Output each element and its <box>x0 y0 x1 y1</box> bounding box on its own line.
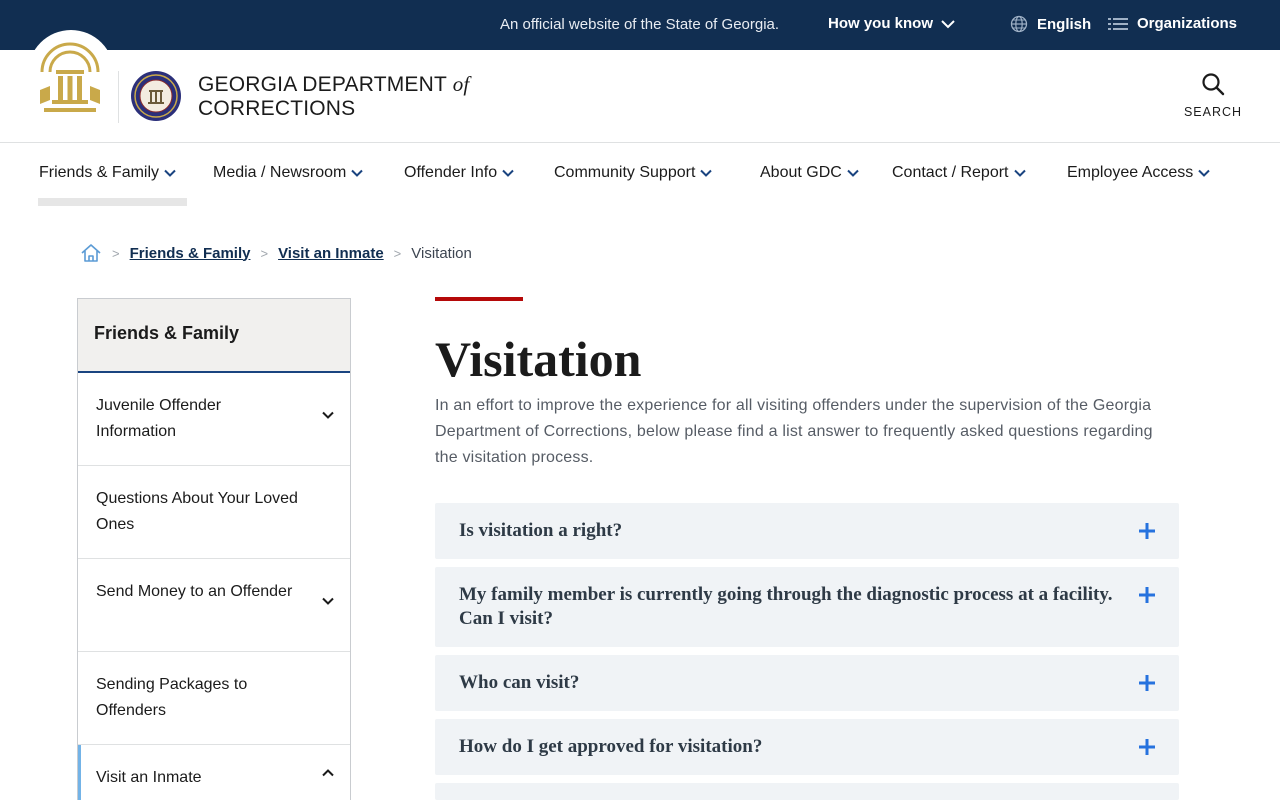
organizations-link[interactable]: Organizations <box>1108 15 1237 32</box>
breadcrumb-separator: > <box>260 245 269 261</box>
home-icon[interactable] <box>80 243 102 263</box>
faq-accordion-item[interactable]: Who can visit? <box>435 655 1179 711</box>
sidebar-item-visit-an-inmate[interactable]: Visit an Inmate <box>78 745 350 800</box>
faq-accordion-item[interactable]: Is visitation a right? <box>435 503 1179 559</box>
main-navigation: Friends & Family Media / Newsroom Offend… <box>0 143 1280 207</box>
brand-line-1: GEORGIA DEPARTMENT <box>198 73 447 96</box>
breadcrumb-separator: > <box>112 245 120 261</box>
title-accent-bar <box>435 297 523 301</box>
chevron-down-icon <box>847 169 859 177</box>
nav-label: About GDC <box>760 164 842 181</box>
nav-community-support[interactable]: Community Support <box>554 164 713 182</box>
organizations-label: Organizations <box>1137 15 1238 32</box>
sidebar-item-label: Sending Packages to Offenders <box>96 676 248 719</box>
search-icon <box>1202 73 1225 96</box>
faq-question: Who can visit? <box>459 672 580 693</box>
nav-friends-family[interactable]: Friends & Family <box>39 164 176 182</box>
official-banner: An official website of the State of Geor… <box>0 0 1280 50</box>
chevron-down-icon <box>502 169 514 177</box>
plus-icon[interactable] <box>1137 521 1157 541</box>
nav-label: Media / Newsroom <box>213 164 347 181</box>
site-header <box>0 50 1280 143</box>
brand-line-2: CORRECTIONS <box>198 97 356 120</box>
sidebar-item-juvenile-offender[interactable]: Juvenile Offender Information <box>78 373 350 466</box>
chevron-down-icon <box>1198 169 1210 177</box>
georgia-state-seal-logo[interactable] <box>36 42 104 116</box>
sidebar-heading[interactable]: Friends & Family <box>78 299 350 373</box>
breadcrumb-current: Visitation <box>411 244 472 262</box>
intro-paragraph: In an effort to improve the experience f… <box>435 397 1153 466</box>
sidebar-item-label: Juvenile Offender Information <box>96 397 222 440</box>
gdc-seal-logo[interactable] <box>130 70 182 122</box>
plus-icon[interactable] <box>1137 585 1157 605</box>
nav-contact-report[interactable]: Contact / Report <box>892 164 1026 182</box>
globe-icon <box>1010 15 1028 33</box>
faq-accordion-item[interactable]: How do I get approved for visitation? <box>435 719 1179 775</box>
breadcrumb-visit-an-inmate[interactable]: Visit an Inmate <box>278 245 384 262</box>
search-label: SEARCH <box>1183 105 1243 119</box>
nav-label: Employee Access <box>1067 164 1194 181</box>
language-label: English <box>1037 15 1092 33</box>
breadcrumb: > Friends & Family > Visit an Inmate > V… <box>80 241 472 265</box>
logo-divider <box>118 71 119 123</box>
faq-accordion-item[interactable]: My family member is currently going thro… <box>435 567 1179 647</box>
section-sidebar: Friends & Family Juvenile Offender Infor… <box>77 298 351 800</box>
nav-label: Offender Info <box>404 164 498 181</box>
agency-name[interactable]: GEORGIA DEPARTMENT of CORRECTIONS <box>198 72 469 121</box>
nav-label: Contact / Report <box>892 164 1009 181</box>
chevron-down-icon <box>351 169 364 177</box>
sidebar-item-label: Send Money to an Offender <box>96 583 293 600</box>
brand-of: of <box>452 72 470 96</box>
sidebar-item-label: Visit an Inmate <box>96 769 202 786</box>
language-selector[interactable]: English <box>1010 15 1091 33</box>
how-you-know-label: How you know <box>828 15 933 32</box>
nav-active-indicator <box>38 198 187 206</box>
nav-label: Community Support <box>554 164 696 181</box>
official-site-text: An official website of the State of Geor… <box>500 16 780 33</box>
how-you-know-toggle[interactable]: How you know <box>828 15 955 32</box>
faq-question: Is visitation a right? <box>459 520 623 541</box>
nav-about-gdc[interactable]: About GDC <box>760 164 859 182</box>
search-button[interactable]: SEARCH <box>1178 72 1248 122</box>
chevron-down-icon <box>1013 169 1026 177</box>
nav-media-newsroom[interactable]: Media / Newsroom <box>213 164 364 182</box>
faq-question: My family member is currently going thro… <box>459 584 1113 629</box>
list-icon <box>1108 17 1128 30</box>
chevron-down-icon <box>164 169 176 177</box>
sidebar-item-send-money[interactable]: Send Money to an Offender <box>78 559 350 652</box>
faq-question: How do I get approved for visitation? <box>459 736 763 757</box>
page-title: Visitation <box>435 331 642 387</box>
breadcrumb-separator: > <box>393 245 402 261</box>
breadcrumb-friends-family[interactable]: Friends & Family <box>130 245 251 262</box>
sidebar-item-questions-loved-ones[interactable]: Questions About Your Loved Ones <box>78 466 350 559</box>
nav-label: Friends & Family <box>39 164 160 181</box>
faq-accordion-item[interactable] <box>435 783 1179 800</box>
sidebar-item-sending-packages[interactable]: Sending Packages to Offenders <box>78 652 350 745</box>
nav-employee-access[interactable]: Employee Access <box>1067 164 1210 182</box>
chevron-down-icon[interactable] <box>322 411 334 419</box>
chevron-down-icon[interactable] <box>322 597 334 605</box>
chevron-down-icon <box>941 19 955 28</box>
chevron-down-icon <box>700 169 713 177</box>
plus-icon[interactable] <box>1137 673 1157 693</box>
chevron-up-icon[interactable] <box>322 769 334 777</box>
plus-icon[interactable] <box>1137 737 1157 757</box>
sidebar-item-label: Questions About Your Loved Ones <box>96 490 298 533</box>
nav-offender-info[interactable]: Offender Info <box>404 164 514 182</box>
